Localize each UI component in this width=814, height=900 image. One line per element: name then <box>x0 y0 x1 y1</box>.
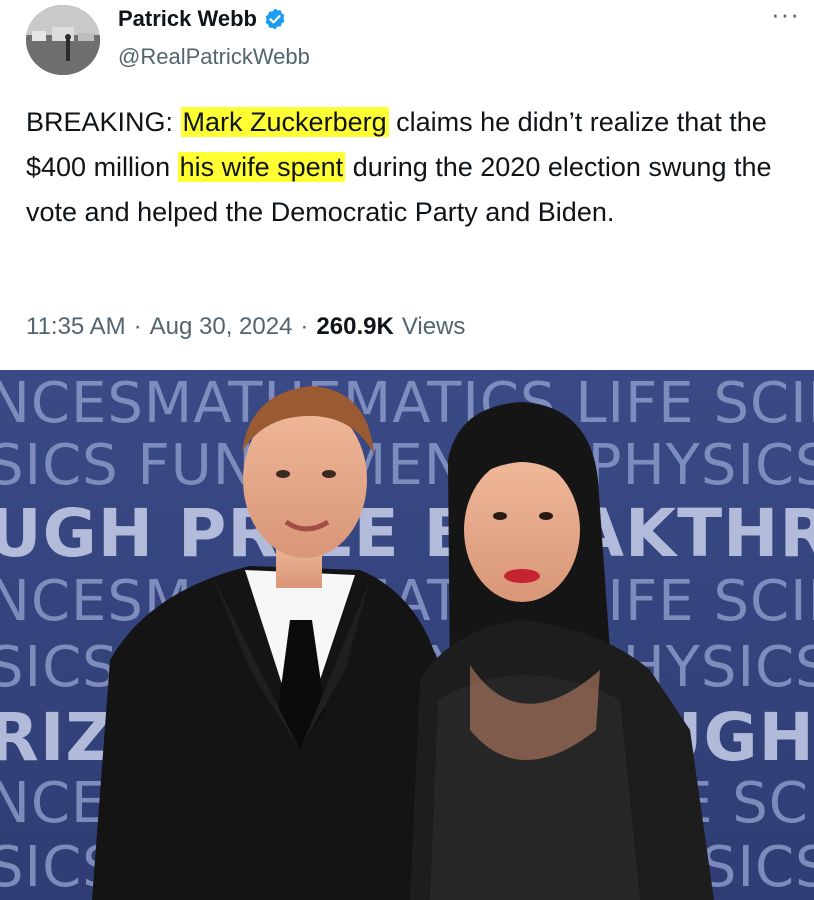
tweet-meta: 11:35 AM · Aug 30, 2024 · 260.9K Views <box>26 313 465 341</box>
more-options-icon[interactable]: ··· <box>771 1 800 27</box>
tweet-text-segment: BREAKING: <box>26 107 181 137</box>
views-count[interactable]: 260.9K <box>316 313 393 341</box>
avatar[interactable] <box>26 5 100 75</box>
highlight-his-wife-spent: his wife spent <box>177 152 346 182</box>
avatar-image <box>26 5 100 75</box>
author-handle[interactable]: @RealPatrickWebb <box>118 44 310 70</box>
tweet-text: BREAKING: Mark Zuckerberg claims he didn… <box>26 100 796 235</box>
meta-separator: · <box>133 313 142 340</box>
tweet-header: Patrick Webb @RealPatrickWebb ··· <box>0 0 814 90</box>
tweet-date[interactable]: Aug 30, 2024 <box>150 313 293 341</box>
tweet-photo[interactable]: NCESMATHEMATICS LIFE SCIENCES SICS FUNDA… <box>0 370 814 900</box>
verified-badge-icon <box>265 8 285 30</box>
tweet-time[interactable]: 11:35 AM <box>26 313 126 341</box>
author-name[interactable]: Patrick Webb <box>118 6 257 32</box>
views-label[interactable]: Views <box>402 313 466 341</box>
author-name-row: Patrick Webb <box>118 6 287 32</box>
meta-separator: · <box>300 313 309 340</box>
highlight-mark-zuckerberg: Mark Zuckerberg <box>180 107 389 137</box>
photo-image: NCESMATHEMATICS LIFE SCIENCES SICS FUNDA… <box>0 370 814 900</box>
svg-text:NCESMATHEMATICS LIFE SCIENCES: NCESMATHEMATICS LIFE SCIENCES <box>0 371 814 436</box>
svg-text:UGH PRIZE BREAKTHROUGH: UGH PRIZE BREAKTHROUGH <box>0 495 814 572</box>
svg-text:SICS FUNDAMENTAL PHYSICS: SICS FUNDAMENTAL PHYSICS <box>0 433 814 498</box>
